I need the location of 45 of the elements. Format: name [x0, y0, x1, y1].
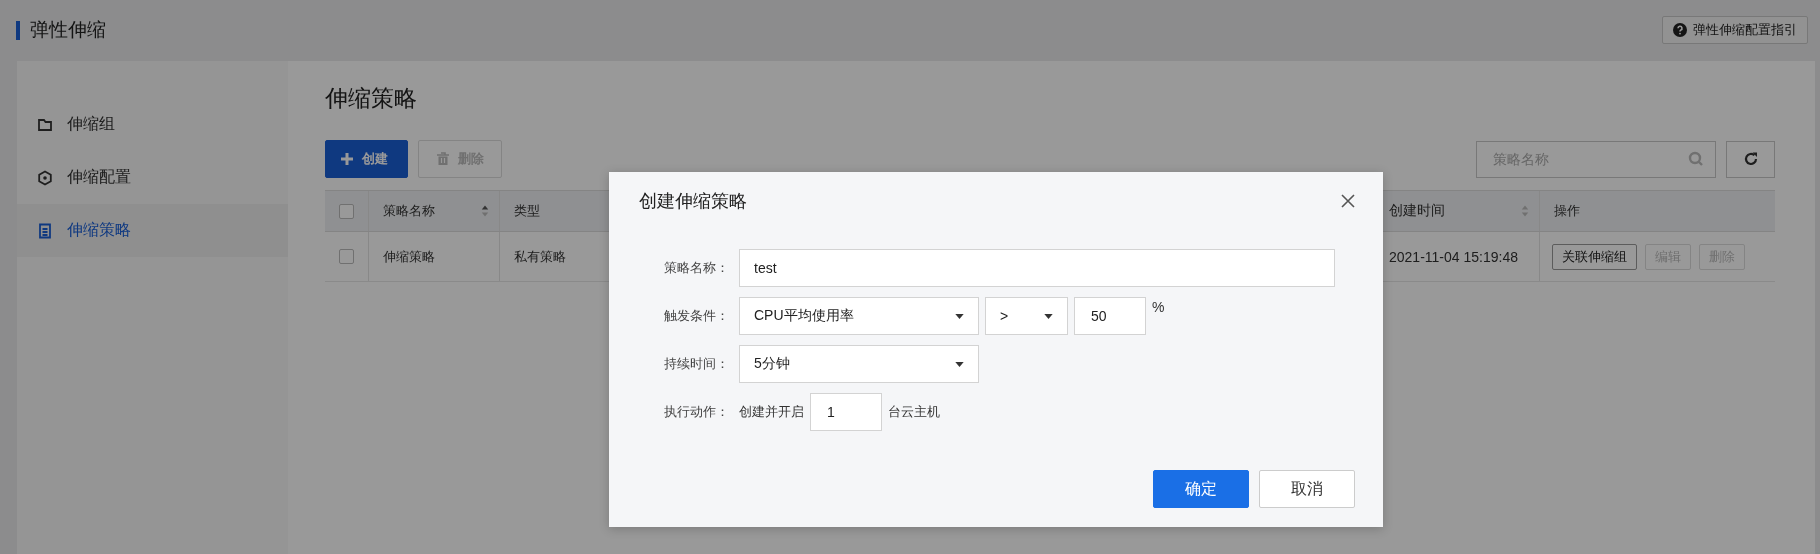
confirm-button[interactable]: 确定: [1153, 470, 1249, 508]
caret-icon: [955, 313, 964, 319]
column-header: 操作: [1553, 202, 1581, 220]
trash-icon: [436, 152, 450, 166]
caret-icon: [955, 361, 964, 367]
column-header[interactable]: 策略名称: [369, 191, 500, 231]
unit-label: %: [1152, 299, 1165, 315]
field-label: 执行动作：: [663, 403, 729, 421]
refresh-button[interactable]: [1726, 140, 1775, 178]
operator-select[interactable]: >: [985, 297, 1068, 335]
sort-icon[interactable]: [481, 204, 489, 218]
section-title: 伸缩策略: [325, 84, 418, 113]
hexagon-icon: [37, 169, 53, 186]
help-icon: [1673, 23, 1687, 37]
title-accent-bar: [16, 20, 20, 40]
table-cell: 伸缩策略: [383, 247, 435, 266]
cancel-button[interactable]: 取消: [1259, 470, 1355, 508]
table-cell: 私有策略: [514, 247, 566, 266]
refresh-icon: [1742, 151, 1759, 167]
field-label: 触发条件：: [663, 307, 729, 325]
metric-select[interactable]: CPU平均使用率: [739, 297, 979, 335]
sidebar-item[interactable]: 伸缩策略: [17, 204, 288, 257]
page-title: 弹性伸缩: [30, 18, 106, 42]
row-checkbox[interactable]: [339, 249, 354, 264]
search-icon: [1688, 150, 1704, 167]
action-text: 台云主机: [888, 403, 940, 421]
document-icon: [37, 222, 53, 239]
field-label: 策略名称：: [663, 259, 729, 277]
field-label: 持续时间：: [663, 355, 729, 373]
row-action-button[interactable]: 关联伸缩组: [1552, 243, 1637, 270]
close-icon[interactable]: [1341, 194, 1355, 208]
duration-select[interactable]: 5分钟: [739, 345, 979, 383]
select-all-checkbox[interactable]: [339, 203, 354, 219]
threshold-input[interactable]: 50: [1074, 297, 1146, 335]
create-button[interactable]: 创建: [325, 140, 408, 178]
count-input[interactable]: 1: [810, 393, 882, 431]
table-cell: 2021-11-04 15:19:48: [1389, 248, 1518, 265]
sidebar-item[interactable]: 伸缩配置: [17, 151, 288, 204]
folder-icon: [37, 116, 53, 133]
sidebar-item[interactable]: 伸缩组: [17, 98, 288, 151]
plus-icon: [340, 152, 354, 166]
action-text: 创建并开启: [739, 403, 804, 421]
guide-button[interactable]: 弹性伸缩配置指引: [1662, 16, 1808, 44]
caret-icon: [1044, 313, 1053, 319]
name-input[interactable]: test: [739, 249, 1335, 287]
